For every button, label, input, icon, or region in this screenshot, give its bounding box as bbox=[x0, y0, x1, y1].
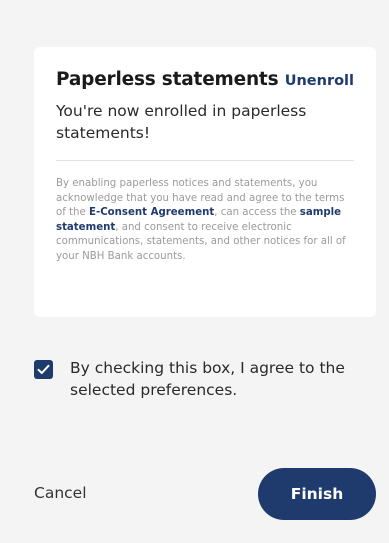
paperless-card: Paperless statements Unenroll You're now… bbox=[34, 47, 376, 317]
agreement-row: By checking this box, I agree to the sel… bbox=[34, 357, 364, 401]
finish-button[interactable]: Finish bbox=[258, 468, 376, 520]
unenroll-link[interactable]: Unenroll bbox=[285, 73, 354, 89]
agreement-label: By checking this box, I agree to the sel… bbox=[70, 359, 345, 399]
card-title: Paperless statements bbox=[56, 69, 279, 90]
econsent-agreement-link[interactable]: E-Consent Agreement bbox=[89, 207, 214, 218]
checkmark-icon bbox=[37, 364, 50, 374]
consent-text: By enabling paperless notices and statem… bbox=[56, 177, 356, 265]
divider bbox=[56, 160, 354, 161]
agreement-checkbox[interactable] bbox=[34, 360, 53, 379]
card-header: Paperless statements Unenroll bbox=[56, 69, 354, 90]
paperless-statements-screen: Paperless statements Unenroll You're now… bbox=[0, 0, 389, 543]
cancel-button[interactable]: Cancel bbox=[34, 484, 87, 502]
consent-text-part2: , can access the bbox=[214, 207, 300, 219]
enrollment-status-text: You're now enrolled in paperless stateme… bbox=[56, 102, 307, 142]
